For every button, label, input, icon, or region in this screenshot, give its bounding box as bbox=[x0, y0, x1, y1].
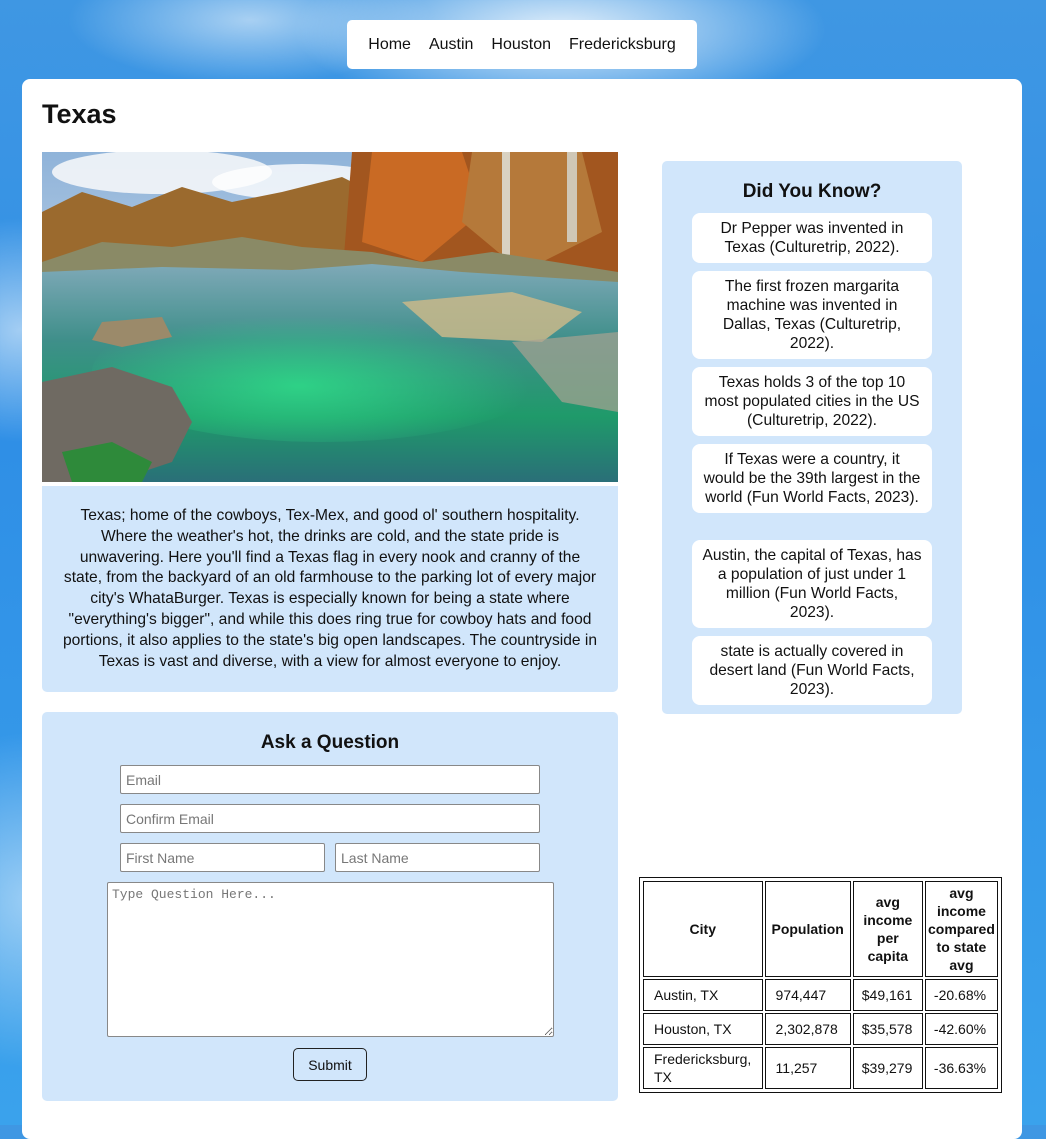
confirm-email-input[interactable] bbox=[120, 804, 540, 833]
column-header-city: City bbox=[643, 881, 763, 977]
fact-item: Dr Pepper was invented in Texas (Culture… bbox=[692, 213, 932, 263]
page-title: Texas bbox=[42, 99, 117, 129]
table-cell: Fredericksburg, TX bbox=[643, 1047, 763, 1089]
column-header-income-compared: avg income compared to state avg bbox=[924, 881, 998, 977]
question-textarea[interactable] bbox=[107, 882, 554, 1037]
submit-button[interactable]: Submit bbox=[293, 1048, 367, 1081]
city-stats-table: City Population avg income per capita av… bbox=[639, 877, 1002, 1093]
table-header-row: City Population avg income per capita av… bbox=[643, 881, 998, 977]
ask-question-form: Ask a Question Submit bbox=[42, 712, 618, 1101]
fact-item: If Texas were a country, it would be the… bbox=[692, 444, 932, 513]
nav-link-houston[interactable]: Houston bbox=[491, 36, 551, 54]
table-cell: Houston, TX bbox=[643, 1013, 763, 1045]
river-landscape-image bbox=[42, 152, 618, 482]
column-header-avg-income: avg income per capita bbox=[852, 881, 923, 977]
table-cell: 11,257 bbox=[764, 1047, 851, 1089]
first-name-input[interactable] bbox=[120, 843, 325, 872]
form-title: Ask a Question bbox=[260, 732, 400, 753]
table-row: Austin, TX 974,447 $49,161 -20.68% bbox=[643, 979, 998, 1011]
table-cell: $39,279 bbox=[852, 1047, 923, 1089]
nav-link-austin[interactable]: Austin bbox=[429, 36, 473, 54]
texas-description: Texas; home of the cowboys, Tex-Mex, and… bbox=[42, 486, 618, 692]
nav-link-home[interactable]: Home bbox=[368, 36, 411, 54]
table-row: Houston, TX 2,302,878 $35,578 -42.60% bbox=[643, 1013, 998, 1045]
facts-title: Did You Know? bbox=[742, 181, 882, 202]
fact-item: Austin, the capital of Texas, has a popu… bbox=[692, 540, 932, 628]
did-you-know-panel: Did You Know? Dr Pepper was invented in … bbox=[662, 161, 962, 714]
top-nav: Home Austin Houston Fredericksburg bbox=[347, 20, 697, 69]
main-card: Texas Texas; home of the cowboys, Tex-Me… bbox=[22, 79, 1022, 1139]
table-cell: -42.60% bbox=[924, 1013, 998, 1045]
table-cell: $35,578 bbox=[852, 1013, 923, 1045]
table-cell: $49,161 bbox=[852, 979, 923, 1011]
table-cell: 974,447 bbox=[764, 979, 851, 1011]
column-header-population: Population bbox=[764, 881, 851, 977]
table-cell: Austin, TX bbox=[643, 979, 763, 1011]
table-cell: -36.63% bbox=[924, 1047, 998, 1089]
table-row: Fredericksburg, TX 11,257 $39,279 -36.63… bbox=[643, 1047, 998, 1089]
email-input[interactable] bbox=[120, 765, 540, 794]
nav-link-fredericksburg[interactable]: Fredericksburg bbox=[569, 36, 676, 54]
fact-item: The first frozen margarita machine was i… bbox=[692, 271, 932, 359]
fact-item: Texas holds 3 of the top 10 most populat… bbox=[692, 367, 932, 436]
fact-item: state is actually covered in desert land… bbox=[692, 636, 932, 705]
table-cell: -20.68% bbox=[924, 979, 998, 1011]
table-cell: 2,302,878 bbox=[764, 1013, 851, 1045]
last-name-input[interactable] bbox=[335, 843, 540, 872]
